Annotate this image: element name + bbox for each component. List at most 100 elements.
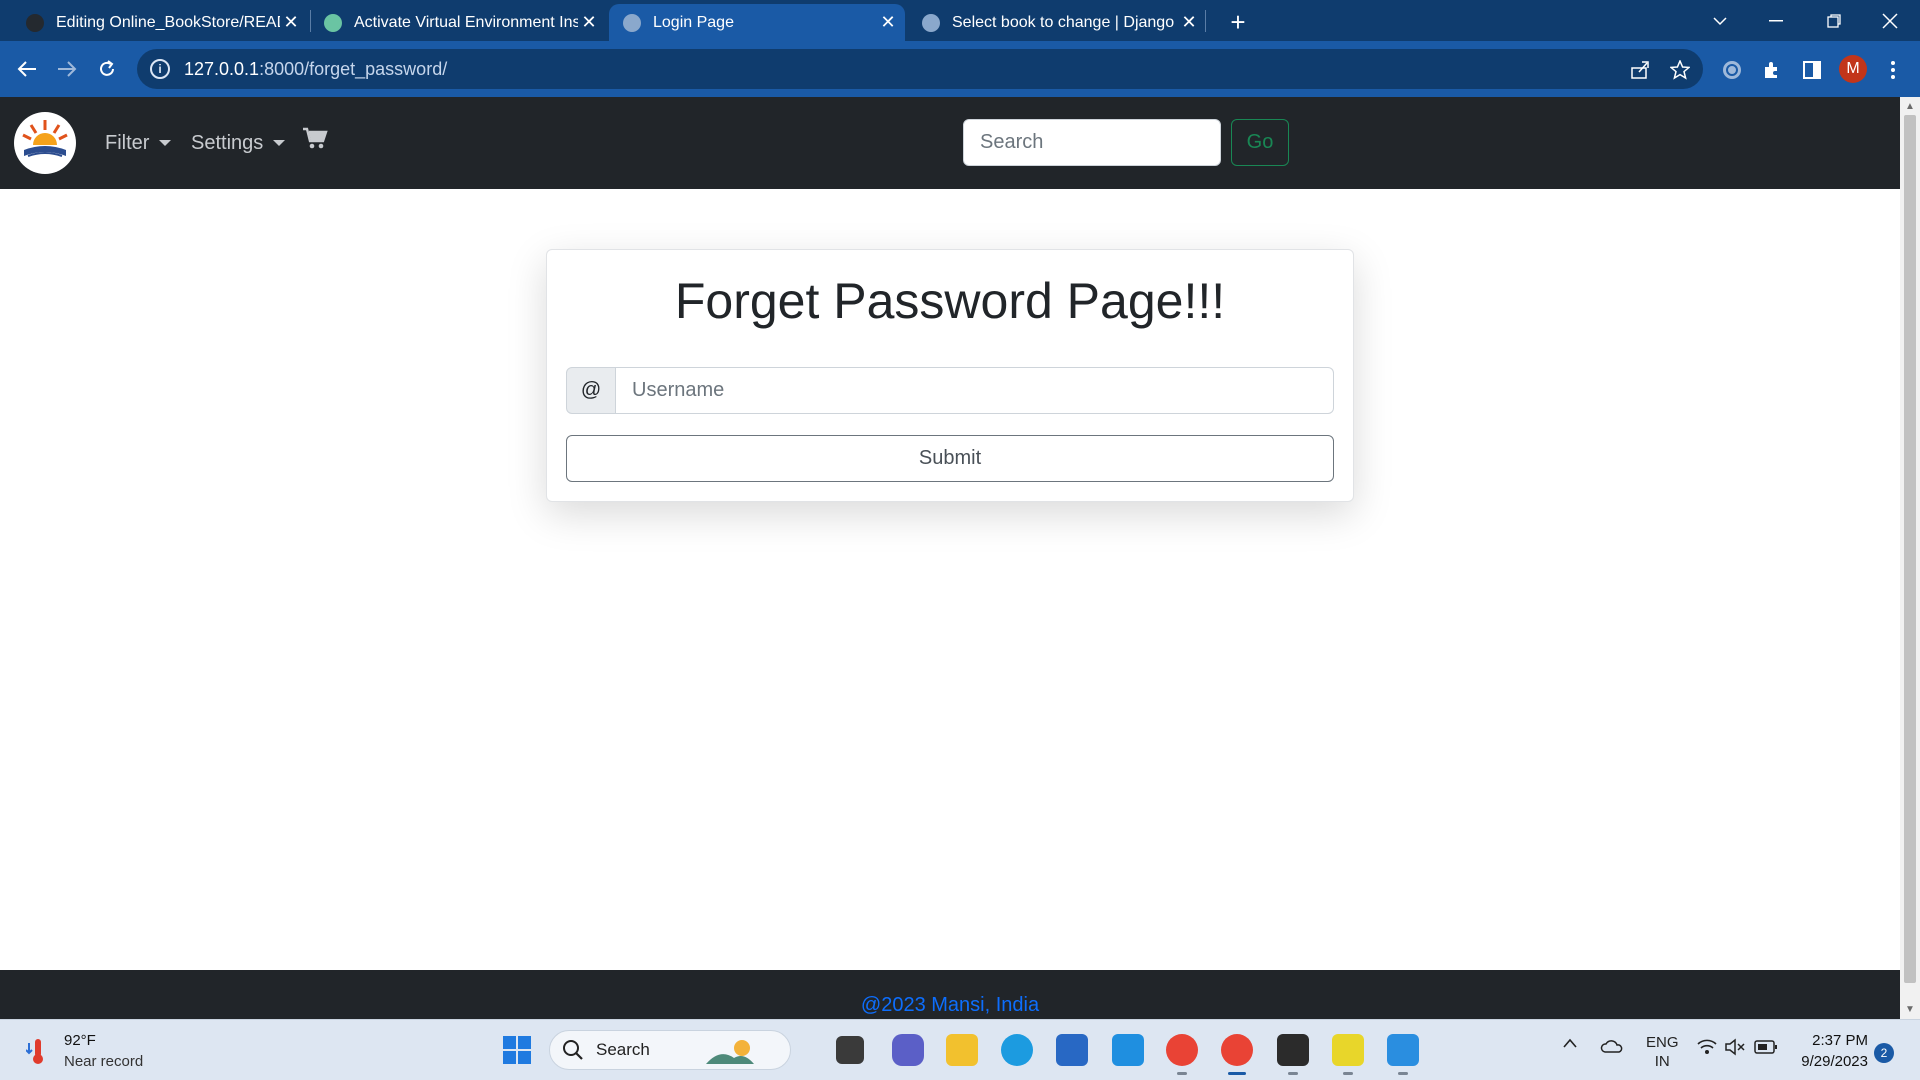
l-app-icon[interactable]: [1112, 1034, 1144, 1066]
github-icon: [26, 13, 44, 32]
url-host: 127.0.0.1: [184, 58, 260, 79]
running-indicator: [1343, 1072, 1353, 1075]
terminal-icon[interactable]: [1277, 1034, 1309, 1066]
tab-separator: [310, 10, 311, 32]
username-input-group: @: [566, 367, 1334, 414]
tab-github[interactable]: Editing Online_BookStore/READ ✕: [20, 4, 302, 41]
wifi-icon[interactable]: [1696, 1038, 1718, 1061]
tab-separator: [1205, 10, 1206, 32]
search-highlight-icon: [705, 1040, 754, 1064]
thermometer-icon[interactable]: [25, 1037, 50, 1065]
vscode-icon[interactable]: [1387, 1034, 1419, 1066]
screen: Editing Online_BookStore/READ ✕ Activate…: [0, 0, 1920, 1080]
bookmark-star-icon[interactable]: [1667, 57, 1693, 83]
close-icon[interactable]: ✕: [280, 12, 302, 34]
address-bar[interactable]: i 127.0.0.1:8000/forget_password/: [137, 49, 1703, 89]
close-icon: [1882, 12, 1898, 29]
lang-top: ENG: [1646, 1034, 1679, 1051]
close-window-button[interactable]: [1862, 0, 1918, 41]
chevron-up-icon[interactable]: [1562, 1036, 1578, 1054]
footer-text[interactable]: @2023 Mansi, India: [0, 994, 1900, 1017]
arrow-right-icon: [58, 61, 77, 77]
restore-button[interactable]: [1806, 0, 1862, 41]
tab-chatgpt[interactable]: Activate Virtual Environment Ins ✕: [320, 4, 600, 41]
site-logo[interactable]: [14, 112, 76, 174]
teams-chat-icon[interactable]: [892, 1034, 924, 1066]
browser-toolbar: i 127.0.0.1:8000/forget_password/ M: [0, 41, 1920, 97]
battery-icon[interactable]: [1754, 1039, 1778, 1060]
scroll-up-icon[interactable]: ▲: [1900, 98, 1920, 114]
tab-title: Select book to change | Django: [952, 13, 1175, 31]
tab-django-admin[interactable]: Select book to change | Django ✕: [918, 4, 1200, 41]
reload-button[interactable]: [91, 53, 123, 85]
weather-temp[interactable]: 92°F: [64, 1032, 96, 1049]
globe-icon: [922, 13, 940, 32]
page-title: Forget Password Page!!!: [674, 273, 1226, 329]
more-menu-icon[interactable]: [1879, 56, 1907, 84]
chatgpt-icon: [324, 13, 342, 32]
onedrive-icon[interactable]: [1600, 1038, 1624, 1059]
grammarly-icon[interactable]: [1718, 56, 1746, 84]
username-input[interactable]: [616, 367, 1334, 414]
chrome-profile-icon[interactable]: [1166, 1034, 1198, 1066]
notification-badge[interactable]: 2: [1874, 1043, 1894, 1063]
running-indicator: [1288, 1072, 1298, 1075]
restore-icon: [1827, 13, 1841, 28]
file-explorer-icon[interactable]: [946, 1034, 978, 1066]
taskbar-clock[interactable]: 2:37 PM 9/29/2023: [1778, 1030, 1868, 1072]
back-button[interactable]: [11, 53, 43, 85]
chevron-down-icon: [1713, 16, 1727, 25]
go-button[interactable]: Go: [1231, 119, 1289, 166]
minimize-button[interactable]: [1748, 0, 1804, 41]
page-scrollbar[interactable]: ▲ ▼: [1900, 97, 1920, 1019]
extensions-icon[interactable]: [1758, 56, 1786, 84]
filter-label: Filter: [105, 131, 150, 154]
sunrise-book-logo-icon: [15, 113, 75, 173]
close-icon[interactable]: ✕: [1178, 12, 1200, 34]
new-tab-button[interactable]: +: [1222, 6, 1254, 38]
submit-button[interactable]: Submit: [566, 435, 1334, 482]
tab-search-button[interactable]: [1692, 0, 1748, 41]
tab-title: Login Page: [653, 13, 734, 31]
taskbar-search-label: Search: [596, 1040, 650, 1059]
tab-strip: Editing Online_BookStore/READ ✕ Activate…: [0, 0, 1920, 41]
settings-dropdown[interactable]: Settings: [191, 127, 286, 159]
side-panel-icon[interactable]: [1798, 56, 1826, 84]
profile-avatar[interactable]: M: [1839, 55, 1867, 83]
reload-icon: [100, 60, 114, 76]
volume-muted-icon[interactable]: [1724, 1038, 1746, 1061]
task-view-icon[interactable]: [836, 1036, 864, 1064]
close-icon[interactable]: ✕: [578, 12, 600, 34]
page-viewport: Filter Settings Go Forget Password Page!…: [0, 97, 1900, 1019]
clock-date: 9/29/2023: [1801, 1053, 1868, 1070]
scroll-down-icon[interactable]: ▼: [1900, 1001, 1920, 1017]
windows-start-icon[interactable]: [501, 1034, 533, 1066]
running-indicator: [1398, 1072, 1408, 1075]
clock-time: 2:37 PM: [1812, 1032, 1868, 1049]
sticky-notes-icon[interactable]: [1332, 1034, 1364, 1066]
weather-desc[interactable]: Near record: [64, 1053, 143, 1070]
info-icon[interactable]: i: [150, 59, 170, 79]
caret-down-icon: [159, 140, 172, 146]
filter-dropdown[interactable]: Filter: [105, 127, 172, 159]
running-indicator: [1177, 1072, 1187, 1075]
at-addon: @: [566, 367, 616, 414]
taskbar-search[interactable]: Search: [549, 1030, 791, 1070]
share-icon[interactable]: [1627, 57, 1653, 83]
language-indicator[interactable]: ENG IN: [1646, 1033, 1679, 1071]
forward-button[interactable]: [51, 53, 83, 85]
search-input[interactable]: [963, 119, 1221, 166]
site-navbar: Filter Settings Go: [0, 97, 1900, 189]
close-icon[interactable]: ✕: [877, 12, 899, 34]
tab-login-page[interactable]: Login Page ✕: [609, 4, 905, 41]
url-path: :8000/forget_password/: [259, 58, 448, 79]
cart-icon[interactable]: [302, 127, 330, 155]
caret-down-icon: [273, 140, 286, 146]
microsoft-store-icon[interactable]: [1056, 1034, 1088, 1066]
edge-icon[interactable]: [1001, 1034, 1033, 1066]
chrome-active-icon[interactable]: [1221, 1034, 1253, 1066]
scrollbar-thumb[interactable]: [1904, 115, 1916, 983]
url-text: 127.0.0.1:8000/forget_password/: [184, 59, 447, 80]
minimize-icon: [1769, 19, 1783, 21]
forget-password-card: Forget Password Page!!! @ Submit: [546, 249, 1354, 502]
